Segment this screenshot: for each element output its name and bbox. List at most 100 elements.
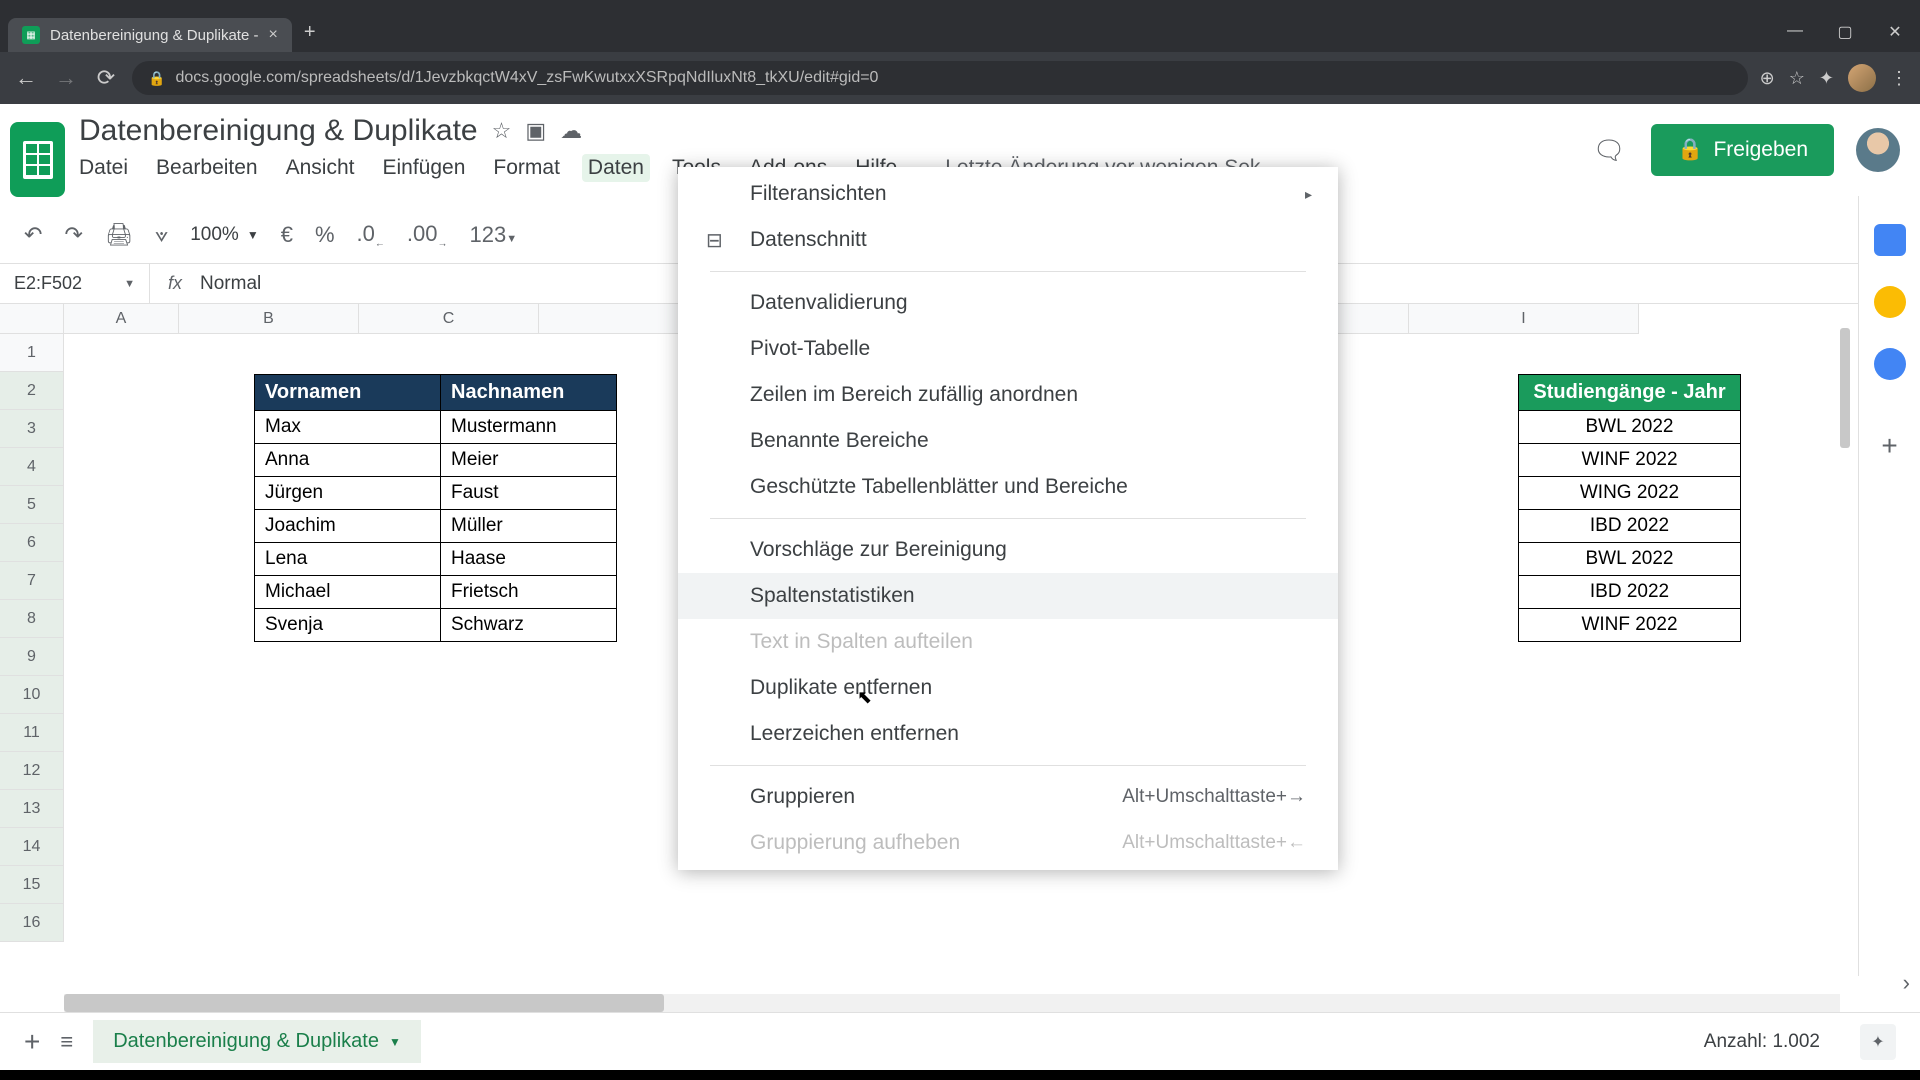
table-cell[interactable]: BWL 2022 [1519, 543, 1741, 576]
extensions-icon[interactable]: ✦ [1819, 68, 1834, 89]
row-header[interactable]: 2 [0, 372, 64, 410]
row-header[interactable]: 11 [0, 714, 64, 752]
table-cell[interactable]: Joachim [255, 510, 441, 543]
gtranslate-icon[interactable]: ⊕ [1760, 68, 1775, 89]
row-header[interactable]: 3 [0, 410, 64, 448]
sheets-logo-icon[interactable] [10, 122, 65, 197]
row-header[interactable]: 9 [0, 638, 64, 676]
forward-button[interactable]: → [52, 65, 80, 91]
menu-filteransichten[interactable]: Filteransichten [678, 171, 1338, 217]
menu-einfuegen[interactable]: Einfügen [382, 156, 465, 180]
table-cell[interactable]: Michael [255, 576, 441, 609]
reload-button[interactable]: ⟳ [92, 65, 120, 91]
number-format-dropdown[interactable]: 123▼ [469, 222, 517, 248]
status-count[interactable]: Anzahl: 1.002 [1704, 1031, 1820, 1053]
row-header[interactable]: 14 [0, 828, 64, 866]
row-header[interactable]: 16 [0, 904, 64, 942]
table-cell[interactable]: BWL 2022 [1519, 411, 1741, 444]
menu-geschuetzte-bereiche[interactable]: Geschützte Tabellenblätter und Bereiche [678, 464, 1338, 510]
zoom-dropdown[interactable]: 100% ▼ [190, 224, 259, 246]
table-cell[interactable]: Anna [255, 444, 441, 477]
calendar-icon[interactable] [1874, 224, 1906, 256]
browser-menu-icon[interactable]: ⋮ [1890, 68, 1908, 89]
table-cell[interactable]: Mustermann [441, 411, 617, 444]
menu-datenschnitt[interactable]: ⊟Datenschnitt [678, 217, 1338, 263]
col-header[interactable]: C [359, 304, 539, 334]
menu-duplikate-entfernen[interactable]: Duplikate entfernen [678, 665, 1338, 711]
table-cell[interactable]: Haase [441, 543, 617, 576]
currency-icon[interactable]: € [281, 222, 293, 248]
table-cell[interactable]: Müller [441, 510, 617, 543]
close-window-icon[interactable]: ✕ [1870, 22, 1920, 42]
percent-icon[interactable]: % [315, 222, 335, 248]
table-cell[interactable]: Svenja [255, 609, 441, 642]
row-header[interactable]: 12 [0, 752, 64, 790]
url-field[interactable]: 🔒 docs.google.com/spreadsheets/d/1Jevzbk… [132, 61, 1748, 95]
row-header[interactable]: 8 [0, 600, 64, 638]
menu-gruppieren[interactable]: GruppierenAlt+Umschalttaste+→ [678, 774, 1338, 820]
increase-decimal-icon[interactable]: .00→ [407, 221, 448, 249]
menu-datei[interactable]: Datei [79, 156, 128, 180]
menu-ansicht[interactable]: Ansicht [286, 156, 355, 180]
menu-vorschlaege-bereinigung[interactable]: Vorschläge zur Bereinigung [678, 527, 1338, 573]
menu-daten[interactable]: Daten [582, 154, 650, 182]
redo-icon[interactable]: ↷ [64, 222, 82, 248]
table-cell[interactable]: IBD 2022 [1519, 510, 1741, 543]
table-cell[interactable]: Schwarz [441, 609, 617, 642]
menu-pivot-tabelle[interactable]: Pivot-Tabelle [678, 326, 1338, 372]
menu-zeilen-zufall[interactable]: Zeilen im Bereich zufällig anordnen [678, 372, 1338, 418]
row-header[interactable]: 15 [0, 866, 64, 904]
table-cell[interactable]: Faust [441, 477, 617, 510]
keep-icon[interactable] [1874, 286, 1906, 318]
browser-tab[interactable]: ▦ Datenbereinigung & Duplikate - × [8, 18, 292, 52]
table-cell[interactable]: Max [255, 411, 441, 444]
menu-bearbeiten[interactable]: Bearbeiten [156, 156, 258, 180]
menu-spaltenstatistiken[interactable]: Spaltenstatistiken [678, 573, 1338, 619]
row-header[interactable]: 4 [0, 448, 64, 486]
print-icon[interactable]: 🖨 [105, 222, 133, 248]
col-header[interactable]: A [64, 304, 179, 334]
row-header[interactable]: 1 [0, 334, 64, 372]
formula-value[interactable]: Normal [200, 273, 261, 295]
back-button[interactable]: ← [12, 65, 40, 91]
col-header[interactable]: I [1409, 304, 1639, 334]
add-addon-icon[interactable]: + [1881, 430, 1897, 462]
close-tab-icon[interactable]: × [268, 26, 277, 44]
menu-benannte-bereiche[interactable]: Benannte Bereiche [678, 418, 1338, 464]
row-header[interactable]: 5 [0, 486, 64, 524]
add-sheet-button[interactable]: + [24, 1026, 40, 1058]
row-header[interactable]: 10 [0, 676, 64, 714]
minimize-icon[interactable]: — [1770, 22, 1820, 42]
table-cell[interactable]: WINF 2022 [1519, 444, 1741, 477]
star-icon[interactable]: ☆ [492, 118, 512, 144]
col-header[interactable]: B [179, 304, 359, 334]
menu-datenvalidierung[interactable]: Datenvalidierung [678, 280, 1338, 326]
explore-button[interactable]: ✦ [1860, 1024, 1896, 1060]
paint-format-icon[interactable]: ⟇ [155, 222, 168, 248]
table-cell[interactable]: Jürgen [255, 477, 441, 510]
menu-format[interactable]: Format [493, 156, 560, 180]
table-cell[interactable]: Frietsch [441, 576, 617, 609]
undo-icon[interactable]: ↶ [24, 222, 42, 248]
decrease-decimal-icon[interactable]: .0← [357, 221, 385, 249]
document-title[interactable]: Datenbereinigung & Duplikate [79, 114, 478, 148]
table-cell[interactable]: WING 2022 [1519, 477, 1741, 510]
row-header[interactable]: 13 [0, 790, 64, 828]
comments-icon[interactable]: 🗨 [1589, 130, 1629, 170]
table-cell[interactable]: Lena [255, 543, 441, 576]
all-sheets-button[interactable]: ≡ [60, 1029, 73, 1055]
name-box[interactable]: E2:F502 ▼ [0, 264, 150, 303]
new-tab-button[interactable]: + [304, 21, 316, 52]
table-cell[interactable]: WINF 2022 [1519, 609, 1741, 642]
row-header[interactable]: 6 [0, 524, 64, 562]
profile-avatar-icon[interactable] [1848, 64, 1876, 92]
bookmark-icon[interactable]: ☆ [1789, 68, 1805, 89]
vertical-scrollbar[interactable] [1840, 328, 1854, 928]
sheet-tab[interactable]: Datenbereinigung & Duplikate ▼ [93, 1020, 421, 1063]
move-icon[interactable]: ▣ [525, 118, 546, 144]
cloud-status-icon[interactable]: ☁ [560, 118, 582, 144]
tasks-icon[interactable] [1874, 348, 1906, 380]
share-button[interactable]: 🔒 Freigeben [1651, 124, 1834, 176]
select-all-corner[interactable] [0, 304, 64, 334]
row-header[interactable]: 7 [0, 562, 64, 600]
